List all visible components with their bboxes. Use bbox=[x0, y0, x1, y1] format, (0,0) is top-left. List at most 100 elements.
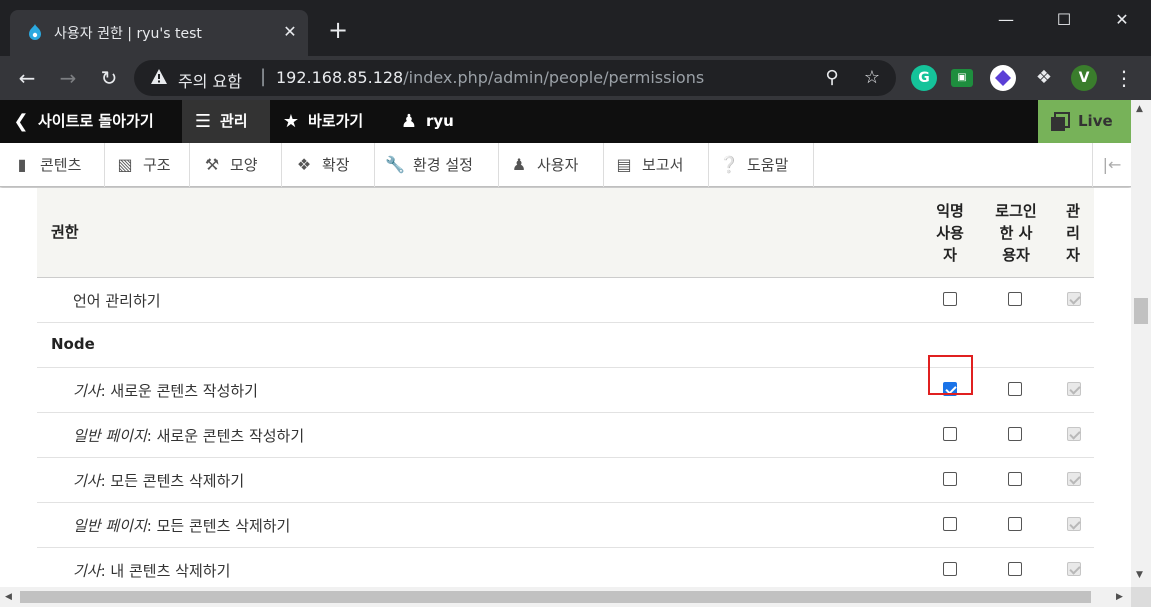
scrollbar-corner bbox=[1131, 587, 1151, 607]
shortcuts-label: 바로가기 bbox=[308, 112, 364, 130]
table-row: 언어 관리하기 bbox=[37, 278, 1094, 323]
checkbox-anon[interactable] bbox=[943, 292, 957, 306]
new-tab-button[interactable]: + bbox=[326, 18, 350, 42]
manage-tab[interactable]: ☰ 관리 bbox=[182, 100, 270, 143]
checkbox-admin bbox=[1067, 562, 1081, 576]
checkbox-auth[interactable] bbox=[1008, 427, 1022, 441]
url-text[interactable]: 192.168.85.128/index.php/admin/people/pe… bbox=[276, 68, 704, 87]
tray-item-configuration[interactable]: 🔧 환경 설정 bbox=[375, 143, 499, 187]
role-header-administrator: 관 리 자 bbox=[1063, 200, 1083, 266]
back-icon[interactable]: ← bbox=[13, 64, 41, 92]
permission-text: : 모든 콘텐츠 삭제하기 bbox=[100, 472, 245, 490]
browser-tab[interactable]: 사용자 권한 | ryu's test ✕ bbox=[10, 10, 308, 56]
horizontal-scroll-thumb[interactable] bbox=[20, 591, 1091, 603]
checkbox-auth[interactable] bbox=[1008, 472, 1022, 486]
forward-icon[interactable]: → bbox=[54, 64, 82, 92]
menu-icon[interactable]: ⋮ bbox=[1110, 64, 1138, 92]
tray-item-appearance[interactable]: ⚒ 모양 bbox=[190, 143, 282, 187]
checkbox-auth[interactable] bbox=[1008, 517, 1022, 531]
user-tab[interactable]: ♟ ryu bbox=[398, 100, 454, 143]
checkbox-auth[interactable] bbox=[1008, 562, 1022, 576]
permission-text: : 모든 콘텐츠 삭제하기 bbox=[146, 517, 291, 535]
tray-item-content[interactable]: ▮ 콘텐츠 bbox=[0, 143, 105, 187]
tray-item-label: 콘텐츠 bbox=[40, 156, 82, 174]
scroll-up-icon[interactable]: ▲ bbox=[1136, 104, 1143, 114]
tab-close-icon[interactable]: ✕ bbox=[280, 22, 300, 42]
role-header-line: 익명 bbox=[936, 202, 964, 220]
collapse-tray-icon[interactable]: |← bbox=[1092, 143, 1131, 187]
tray-item-structure[interactable]: ▧ 구조 bbox=[105, 143, 190, 187]
puzzle-icon: ❖ bbox=[296, 155, 312, 174]
table-row: 일반 페이지: 새로운 콘텐츠 작성하기 bbox=[37, 413, 1094, 458]
warning-icon[interactable] bbox=[150, 68, 168, 86]
live-label: Live bbox=[1078, 112, 1113, 130]
grammarly-icon[interactable]: G bbox=[911, 65, 937, 91]
permission-text: 언어 관리하기 bbox=[73, 292, 161, 310]
horizontal-scrollbar[interactable]: ◀ ▶ bbox=[0, 587, 1131, 607]
back-to-site-link[interactable]: ❮ 사이트로 돌아가기 bbox=[10, 100, 164, 143]
permission-text: : 새로운 콘텐츠 작성하기 bbox=[146, 427, 305, 445]
sitemap-icon: ▧ bbox=[117, 155, 133, 174]
checkbox-auth[interactable] bbox=[1008, 292, 1022, 306]
checkbox-anon[interactable] bbox=[943, 427, 957, 441]
shortcuts-tab[interactable]: ★ 바로가기 bbox=[280, 100, 363, 143]
gem-icon bbox=[995, 70, 1011, 86]
scroll-right-icon[interactable]: ▶ bbox=[1116, 592, 1123, 602]
scroll-down-icon[interactable]: ▼ bbox=[1136, 570, 1143, 580]
permission-label: 언어 관리하기 bbox=[73, 290, 161, 311]
checkbox-anon[interactable] bbox=[943, 562, 957, 576]
manage-label: 관리 bbox=[220, 112, 248, 130]
role-header-line: 자 bbox=[1066, 246, 1080, 264]
tray-item-label: 확장 bbox=[322, 156, 350, 174]
checkbox-anon[interactable] bbox=[943, 472, 957, 486]
checkbox-anon[interactable] bbox=[943, 517, 957, 531]
user-icon: ♟ bbox=[400, 111, 418, 132]
table-row: 일반 페이지: 모든 콘텐츠 삭제하기 bbox=[37, 503, 1094, 548]
gem-extension-icon[interactable] bbox=[990, 65, 1016, 91]
live-workspace-button[interactable]: Live bbox=[1038, 100, 1131, 143]
user-label: ryu bbox=[426, 112, 454, 130]
tray-item-label: 도움말 bbox=[747, 156, 789, 174]
tray-item-label: 환경 설정 bbox=[413, 156, 473, 174]
tray-item-extend[interactable]: ❖ 확장 bbox=[282, 143, 375, 187]
maximize-button[interactable]: ☐ bbox=[1046, 8, 1082, 32]
file-icon: ▮ bbox=[17, 155, 27, 174]
table-row: 기사: 내 콘텐츠 삭제하기 bbox=[37, 548, 1094, 588]
bar-chart-icon: ▤ bbox=[616, 155, 632, 174]
checkbox-admin bbox=[1067, 382, 1081, 396]
role-header-authenticated: 로그인 한 사 용자 bbox=[991, 200, 1041, 266]
tray-item-reports[interactable]: ▤ 보고서 bbox=[604, 143, 709, 187]
url-path: /index.php/admin/people/permissions bbox=[403, 68, 705, 87]
drupal-favicon-icon bbox=[29, 24, 41, 40]
address-bar[interactable]: 주의 요함 | 192.168.85.128/index.php/admin/p… bbox=[134, 60, 896, 96]
scroll-left-icon[interactable]: ◀ bbox=[5, 592, 12, 602]
puzzle-icon[interactable]: ❖ bbox=[1031, 65, 1057, 91]
tray-item-help[interactable]: ❔ 도움말 bbox=[709, 143, 814, 187]
star-icon[interactable]: ☆ bbox=[862, 68, 882, 88]
close-window-button[interactable]: ✕ bbox=[1104, 8, 1140, 32]
checkbox-auth[interactable] bbox=[1008, 382, 1022, 396]
workspace-icon bbox=[1051, 112, 1070, 131]
vertical-scrollbar[interactable]: ▲ ▼ bbox=[1131, 100, 1151, 587]
zoom-icon[interactable]: ⚲ bbox=[822, 68, 842, 88]
vertical-scroll-thumb[interactable] bbox=[1134, 298, 1148, 324]
role-header-line: 리 bbox=[1066, 224, 1080, 242]
star-icon: ★ bbox=[282, 111, 300, 132]
permission-column-header: 권한 bbox=[51, 223, 79, 241]
reload-icon[interactable]: ↻ bbox=[95, 64, 123, 92]
extension-icon[interactable]: ▣ bbox=[951, 69, 973, 87]
highlight-box bbox=[928, 355, 973, 395]
paint-icon: ⚒ bbox=[204, 155, 220, 174]
browser-tab-bar: 사용자 권한 | ryu's test ✕ + — ☐ ✕ bbox=[0, 0, 1151, 56]
minimize-button[interactable]: — bbox=[988, 8, 1024, 32]
permission-label: 기사: 내 콘텐츠 삭제하기 bbox=[73, 560, 230, 581]
admin-tray: ▮ 콘텐츠 ▧ 구조 ⚒ 모양 ❖ 확장 🔧 환경 설정 ♟ 사용자 ▤ 보고서 ❔ 도움말 |… bbox=[0, 143, 1131, 187]
security-warning-label[interactable]: 주의 요함 bbox=[178, 68, 242, 92]
tray-item-people[interactable]: ♟ 사용자 bbox=[499, 143, 604, 187]
profile-avatar[interactable]: V bbox=[1071, 65, 1097, 91]
permission-bundle: 기사 bbox=[73, 562, 101, 580]
tray-item-label: 사용자 bbox=[537, 156, 579, 174]
permission-label: 기사: 새로운 콘텐츠 작성하기 bbox=[73, 380, 258, 401]
tab-title: 사용자 권한 | ryu's test bbox=[54, 26, 202, 42]
drupal-toolbar: ❮ 사이트로 돌아가기 ☰ 관리 ★ 바로가기 ♟ ryu Live bbox=[0, 100, 1131, 143]
